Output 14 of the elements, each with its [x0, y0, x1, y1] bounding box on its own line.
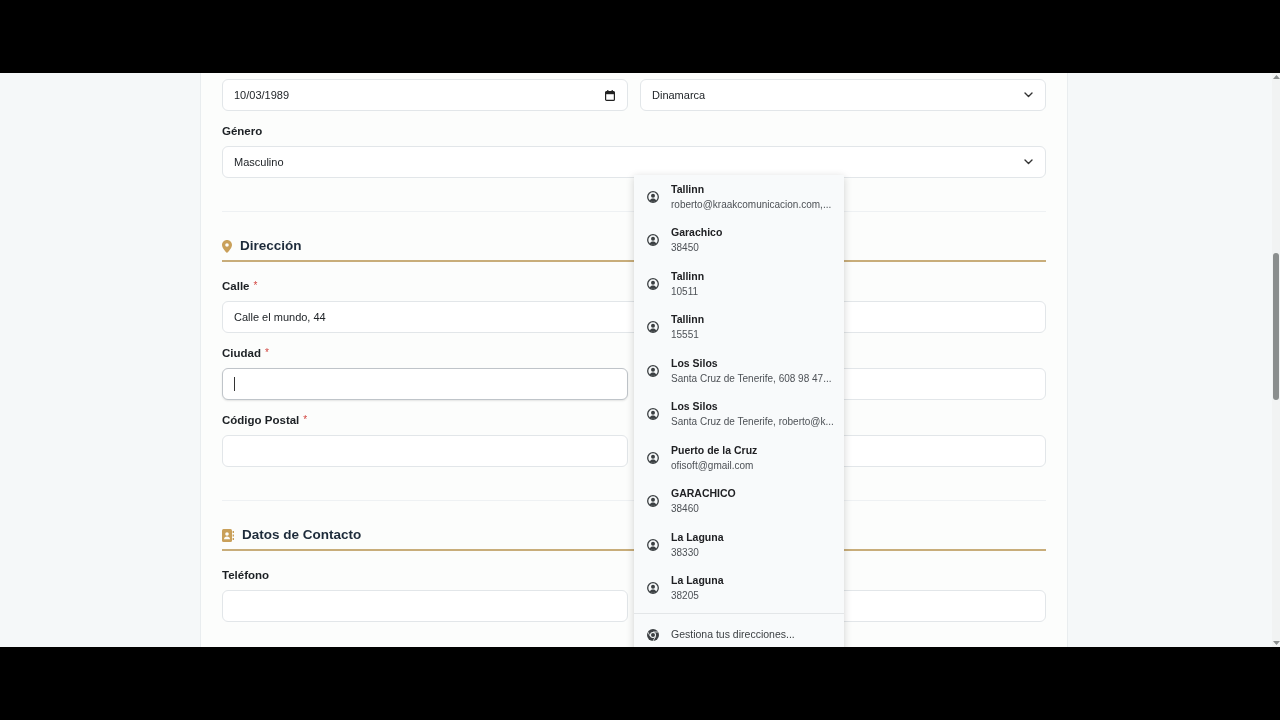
field-value: 10/03/1989 — [234, 87, 290, 103]
field-value: Masculino — [234, 154, 284, 170]
field-label: Teléfono — [222, 568, 270, 582]
field-label: Calle — [222, 279, 250, 293]
section-heading: Datos de Contacto — [242, 526, 362, 544]
required-mark: * — [303, 413, 308, 427]
section-heading: Dirección — [240, 237, 302, 255]
field-value: Calle el mundo, 44 — [234, 309, 326, 325]
field-value: Dinamarca — [652, 87, 706, 103]
field-label: Ciudad — [222, 346, 261, 360]
field-label: Género — [222, 124, 263, 138]
required-mark: * — [265, 346, 269, 360]
field-label: Código Postal — [222, 413, 300, 427]
required-mark: * — [253, 279, 258, 293]
